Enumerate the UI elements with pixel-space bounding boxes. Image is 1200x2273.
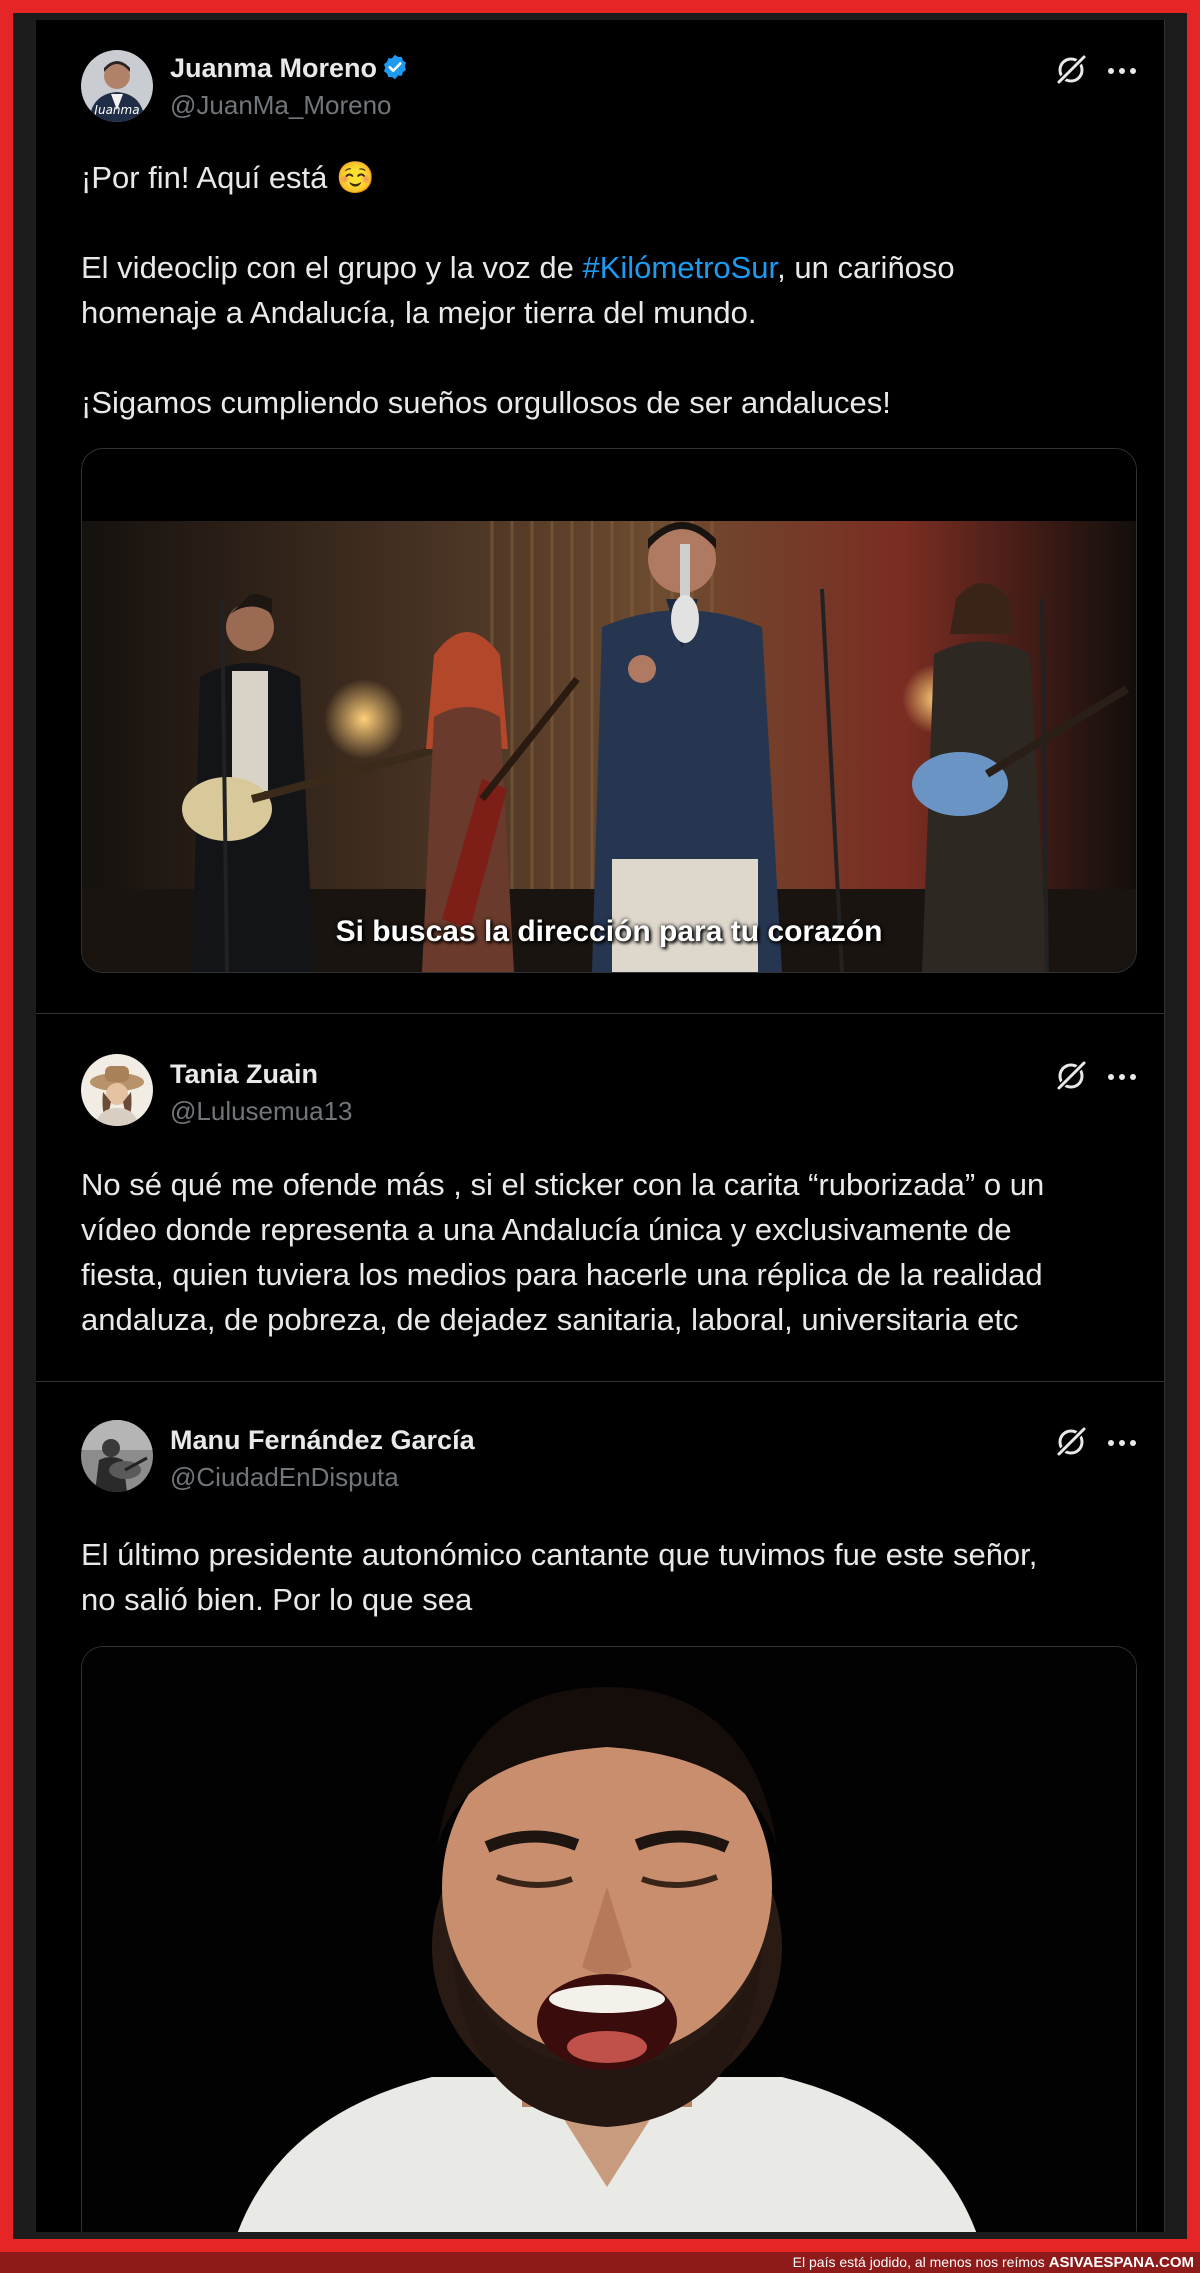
tweet-juanma-moreno: Juanma Juanma Moreno @JuanMa_Moreno ¡Por… — [36, 20, 1164, 1013]
watermark-site[interactable]: ASIVAESPANA.COM — [1049, 2254, 1194, 2271]
author-name[interactable]: Tania Zuain — [170, 1059, 318, 1090]
site-watermark: El país está jodido, al menos nos reímos… — [0, 2252, 1200, 2273]
more-options-icon[interactable] — [1104, 1070, 1140, 1082]
author-name-text: Juanma Moreno — [170, 53, 378, 83]
author-name[interactable]: Juanma Moreno — [170, 53, 409, 84]
more-options-icon[interactable] — [1104, 64, 1140, 76]
tweet-text-part: ¡Por fin! Aquí está ☺️ El videoclip con … — [81, 160, 574, 285]
grok-icon[interactable] — [1054, 1059, 1088, 1093]
attached-image[interactable] — [81, 1646, 1137, 2232]
author-handle[interactable]: @JuanMa_Moreno — [170, 90, 392, 121]
tweet-feed: Juanma Juanma Moreno @JuanMa_Moreno ¡Por… — [36, 20, 1165, 2232]
video-frame-image — [82, 449, 1136, 972]
avatar[interactable]: Juanma — [81, 50, 153, 122]
author-handle[interactable]: @CiudadEnDisputa — [170, 1462, 399, 1493]
grok-icon[interactable] — [1054, 1425, 1088, 1459]
tweet-manu-fernandez-garcia: Manu Fernández García @CiudadEnDisputa E… — [36, 1381, 1164, 2232]
author-handle[interactable]: @Lulusemua13 — [170, 1096, 353, 1127]
avatar[interactable] — [81, 1420, 153, 1492]
avatar[interactable] — [81, 1054, 153, 1126]
tweet-text: ¡Por fin! Aquí está ☺️ El videoclip con … — [81, 155, 1121, 425]
tweet-text: No sé qué me ofende más , si el sticker … — [81, 1167, 1045, 1337]
svg-text:Juanma: Juanma — [92, 103, 139, 117]
watermark-caption: El país está jodido, al menos nos reímos — [792, 2254, 1049, 2270]
singer-photo — [82, 1647, 1136, 2232]
tweet-tania-zuain: Tania Zuain @Lulusemua13 No sé qué me of… — [36, 1013, 1164, 1382]
red-frame: Juanma Juanma Moreno @JuanMa_Moreno ¡Por… — [0, 0, 1200, 2252]
verified-badge-icon — [381, 53, 409, 81]
grok-icon[interactable] — [1054, 53, 1088, 87]
author-name[interactable]: Manu Fernández García — [170, 1425, 475, 1456]
more-options-icon[interactable] — [1104, 1436, 1140, 1448]
video-subtitle: Si buscas la dirección para tu corazón — [335, 915, 883, 948]
tweet-text: El último presidente autonómico cantante… — [81, 1537, 1038, 1617]
video-player[interactable]: Si buscas la dirección para tu corazón — [81, 448, 1137, 973]
hashtag-link[interactable]: #KilómetroSur — [582, 250, 777, 285]
